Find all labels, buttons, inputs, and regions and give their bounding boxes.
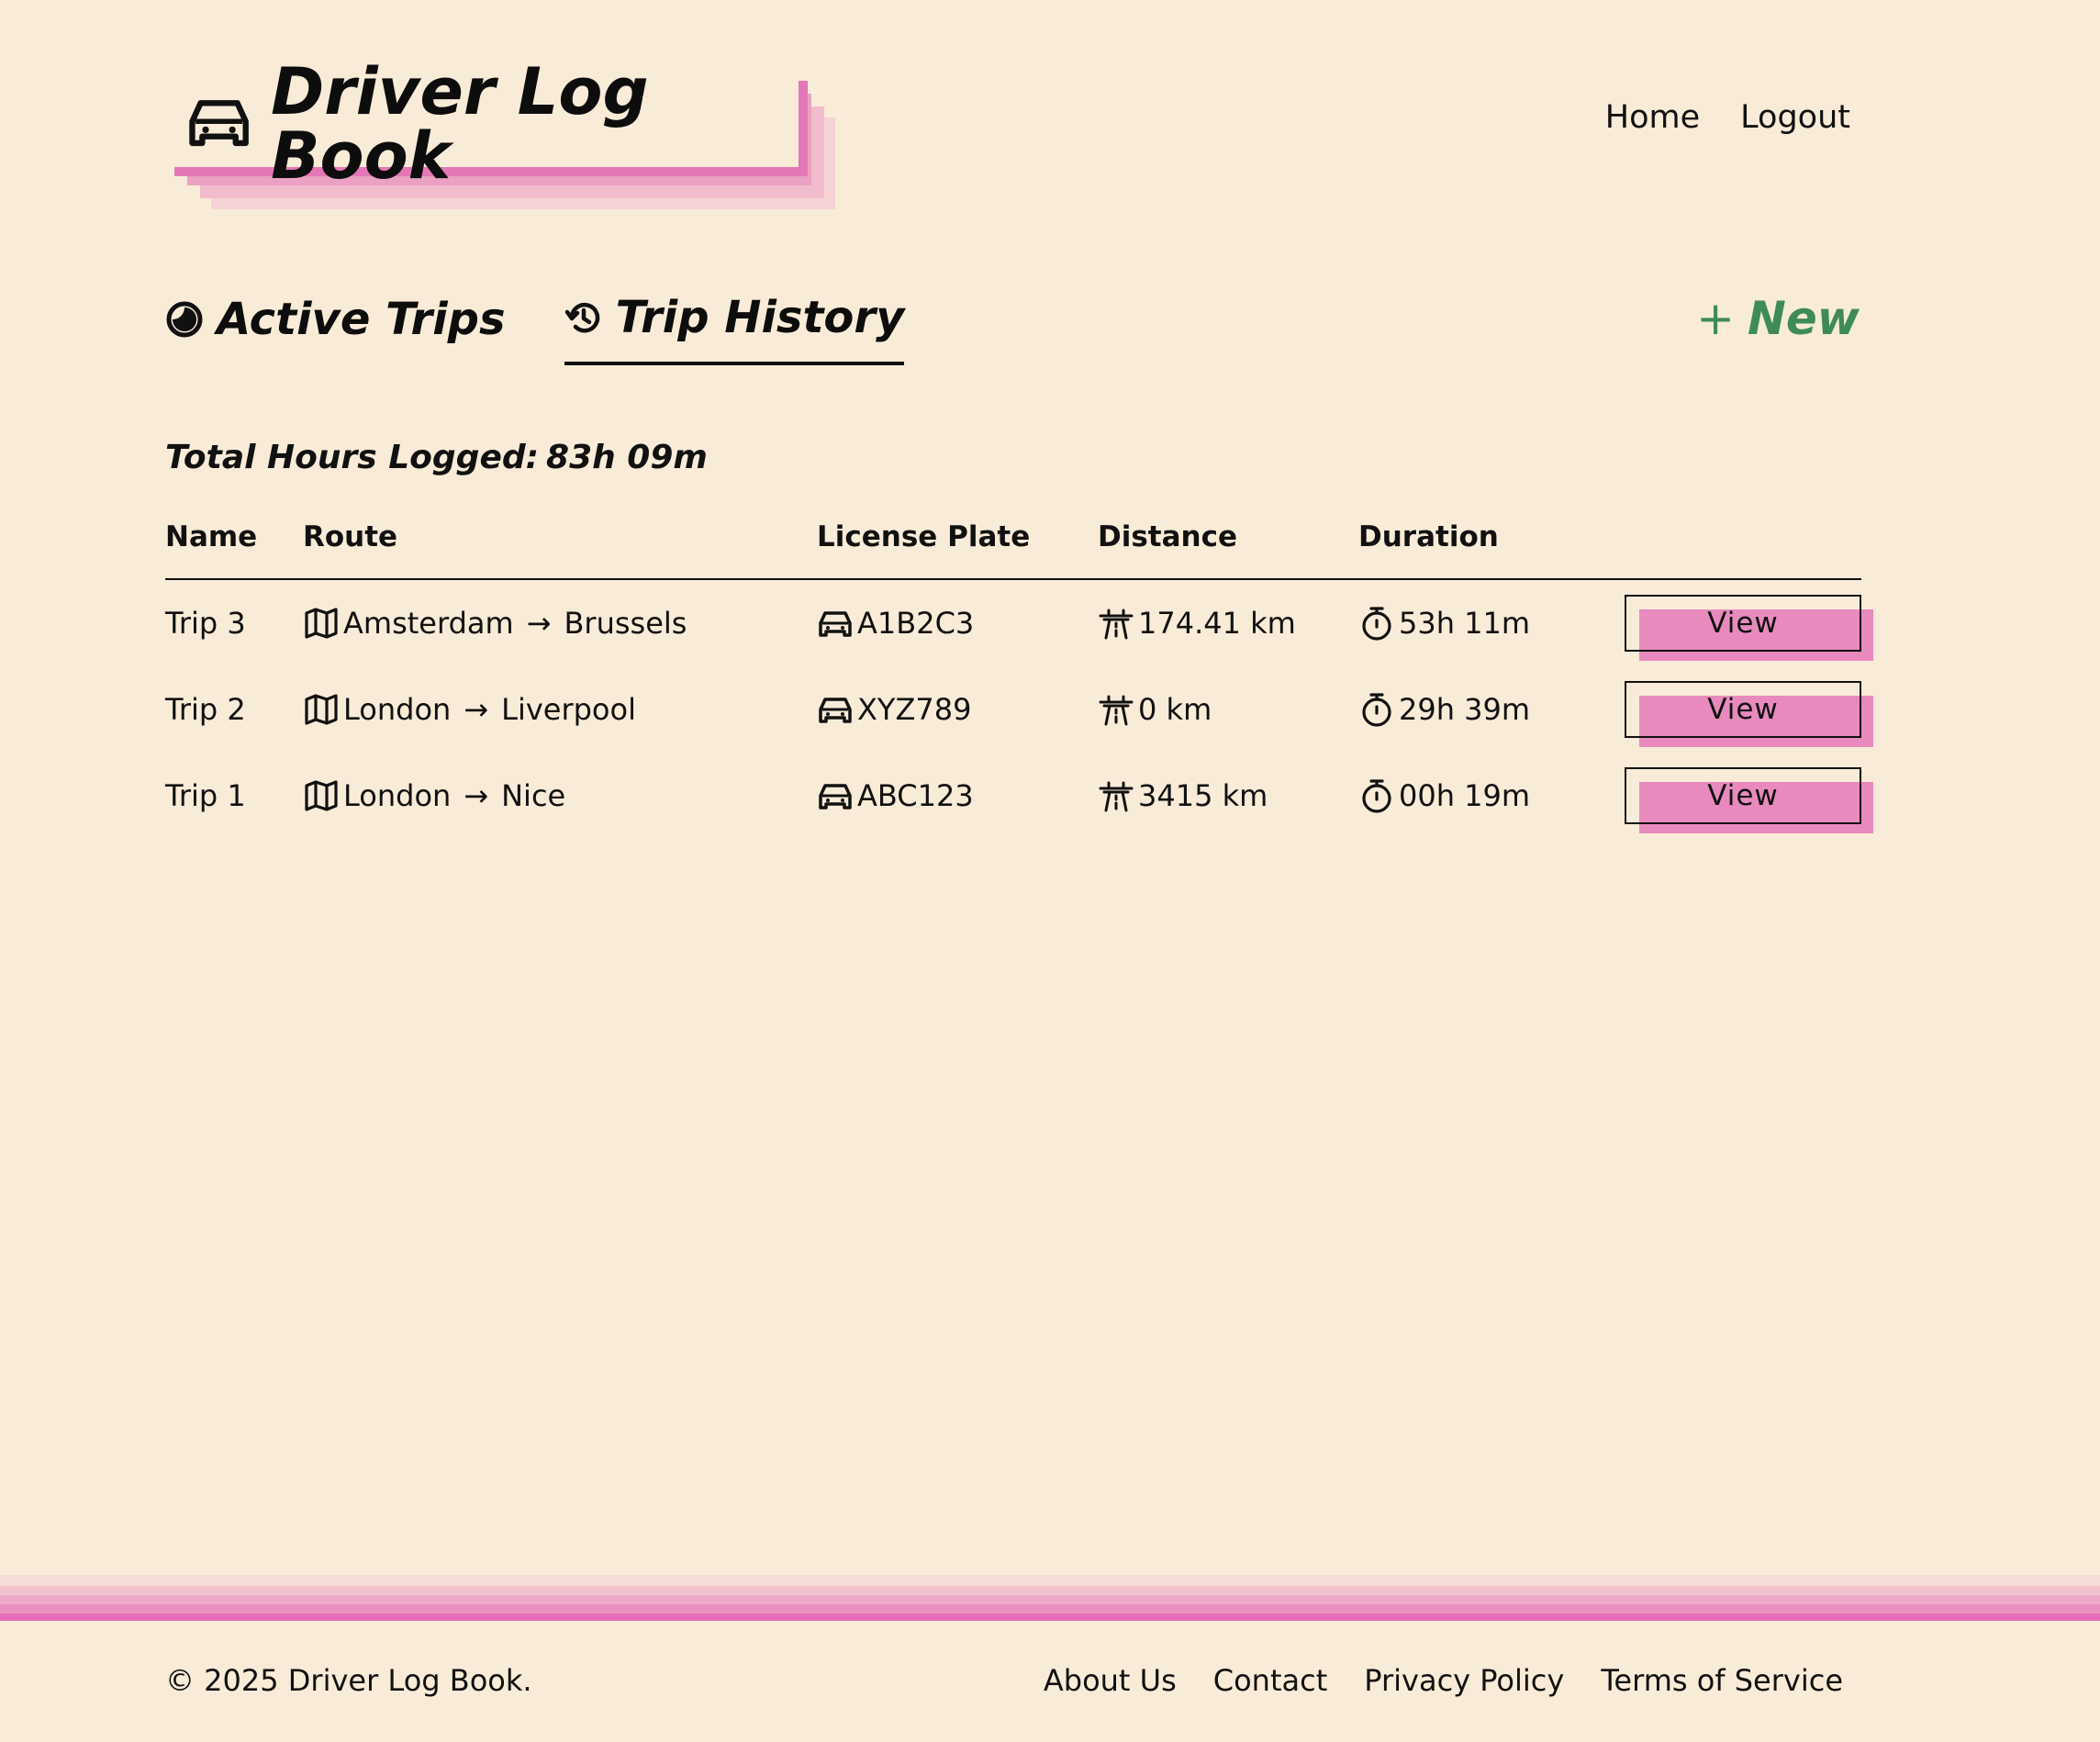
column-header-route: Route — [303, 520, 398, 553]
page: Driver Log Book Home Logout Active Trips… — [0, 0, 2100, 1742]
road-icon — [1099, 781, 1134, 812]
trip-actions: View — [1595, 579, 1873, 666]
trip-name: Trip 2 — [165, 692, 246, 727]
road-icon — [1099, 609, 1134, 640]
tab-label: Trip History — [615, 292, 905, 343]
footer-copyright: © 2025 Driver Log Book. — [165, 1663, 532, 1698]
trip-duration: 53h 11m — [1358, 579, 1595, 666]
column-header-actions — [1595, 514, 1861, 579]
trip-distance: 174.41 km — [1098, 579, 1358, 666]
column-header-license-plate: License Plate — [817, 520, 1031, 553]
total-hours: Total Hours Logged: 83h 09m — [165, 439, 708, 476]
trip-route: Amsterdam → Brussels — [303, 579, 817, 666]
trip-distance: 0 km — [1098, 666, 1358, 753]
distance-value: 0 km — [1138, 692, 1212, 727]
top-nav: Home Logout — [1605, 99, 1850, 136]
footer-stripe — [0, 1575, 2100, 1586]
footer-link-contact[interactable]: Contact — [1213, 1663, 1328, 1698]
stopwatch-icon — [1362, 607, 1391, 641]
trip-name: Trip 3 — [165, 606, 246, 641]
nav-logout-link[interactable]: Logout — [1740, 99, 1850, 136]
trip-plate: A1B2C3 — [817, 579, 1098, 666]
distance-value: 3415 km — [1138, 778, 1268, 813]
table-row: Trip 3 Amsterdam → Brussels A1B2C3 174.4… — [165, 579, 1873, 666]
stopwatch-icon — [1362, 779, 1391, 813]
tab-active-trips[interactable]: Active Trips — [165, 292, 506, 365]
car-icon — [819, 698, 852, 723]
route-arrow: → — [464, 778, 489, 813]
plus-icon: + — [1696, 292, 1736, 345]
column-header-distance: Distance — [1098, 520, 1238, 553]
car-icon — [819, 611, 852, 637]
trip-tabs: Active Trips Trip History — [165, 292, 905, 365]
app-title: Driver Log Book — [271, 54, 649, 194]
car-icon — [189, 100, 249, 147]
map-icon — [305, 694, 338, 725]
trip-duration: 00h 19m — [1358, 753, 1595, 839]
license-plate: A1B2C3 — [857, 606, 975, 641]
trip-actions: View — [1595, 753, 1873, 839]
logo-box: Driver Log Book — [174, 60, 799, 188]
footer-links: About Us Contact Privacy Policy Terms of… — [1044, 1663, 1843, 1698]
trip-plate: ABC123 — [817, 753, 1098, 839]
trip-distance: 3415 km — [1098, 753, 1358, 839]
trip-actions: View — [1595, 666, 1873, 753]
total-hours-value: 83h 09m — [546, 439, 708, 476]
stopwatch-icon — [1362, 693, 1391, 727]
license-plate: ABC123 — [857, 778, 974, 813]
road-icon — [1099, 695, 1134, 726]
column-header-name: Name — [165, 520, 258, 553]
footer-stripe — [0, 1614, 2100, 1621]
map-icon — [305, 780, 338, 811]
trip-history-table: Name Route License Plate Distance Durati… — [165, 514, 1873, 839]
new-trip-label: New — [1748, 292, 1860, 345]
table-header-row: Name Route License Plate Distance Durati… — [165, 514, 1861, 579]
footer-link-privacy-policy[interactable]: Privacy Policy — [1364, 1663, 1564, 1698]
trip-duration: 29h 39m — [1358, 666, 1595, 753]
new-trip-button[interactable]: + New — [1696, 292, 1860, 345]
half-circle-icon — [166, 301, 203, 338]
view-button-wrap: View — [1625, 595, 1873, 661]
view-trip-button[interactable]: View — [1625, 681, 1861, 738]
view-trip-button[interactable]: View — [1625, 767, 1861, 824]
nav-home-link[interactable]: Home — [1605, 99, 1700, 136]
footer-stripe — [0, 1595, 2100, 1604]
distance-value: 174.41 km — [1138, 606, 1296, 641]
route-arrow: → — [526, 606, 552, 641]
license-plate: XYZ789 — [857, 692, 972, 727]
history-icon — [564, 302, 599, 333]
table-row: Trip 2 London → Liverpool XYZ789 0 km 29… — [165, 666, 1873, 753]
tab-trip-history[interactable]: Trip History — [564, 292, 905, 365]
footer-link-about-us[interactable]: About Us — [1044, 1663, 1177, 1698]
route-from: Amsterdam — [343, 606, 514, 641]
total-hours-label: Total Hours Logged: — [165, 439, 540, 476]
footer-stripe — [0, 1604, 2100, 1614]
tab-label: Active Trips — [217, 294, 506, 345]
route-to: Liverpool — [501, 692, 636, 727]
view-trip-button[interactable]: View — [1625, 595, 1861, 652]
route-from: London — [343, 778, 452, 813]
duration-value: 00h 19m — [1399, 778, 1531, 813]
trip-plate: XYZ789 — [817, 666, 1098, 753]
view-button-wrap: View — [1625, 767, 1873, 833]
car-icon — [819, 784, 852, 810]
view-button-wrap: View — [1625, 681, 1873, 747]
table-row: Trip 1 London → Nice ABC123 3415 km 00h … — [165, 753, 1873, 839]
footer-stripe — [0, 1586, 2100, 1595]
trip-route: London → Nice — [303, 753, 817, 839]
map-icon — [305, 608, 338, 639]
route-to: Brussels — [564, 606, 687, 641]
footer-link-terms-of-service[interactable]: Terms of Service — [1601, 1663, 1843, 1698]
trip-name: Trip 1 — [165, 778, 246, 813]
duration-value: 53h 11m — [1399, 606, 1531, 641]
duration-value: 29h 39m — [1399, 692, 1531, 727]
route-to: Nice — [501, 778, 566, 813]
trip-route: London → Liverpool — [303, 666, 817, 753]
column-header-duration: Duration — [1358, 520, 1499, 553]
route-arrow: → — [464, 692, 489, 727]
route-from: London — [343, 692, 452, 727]
